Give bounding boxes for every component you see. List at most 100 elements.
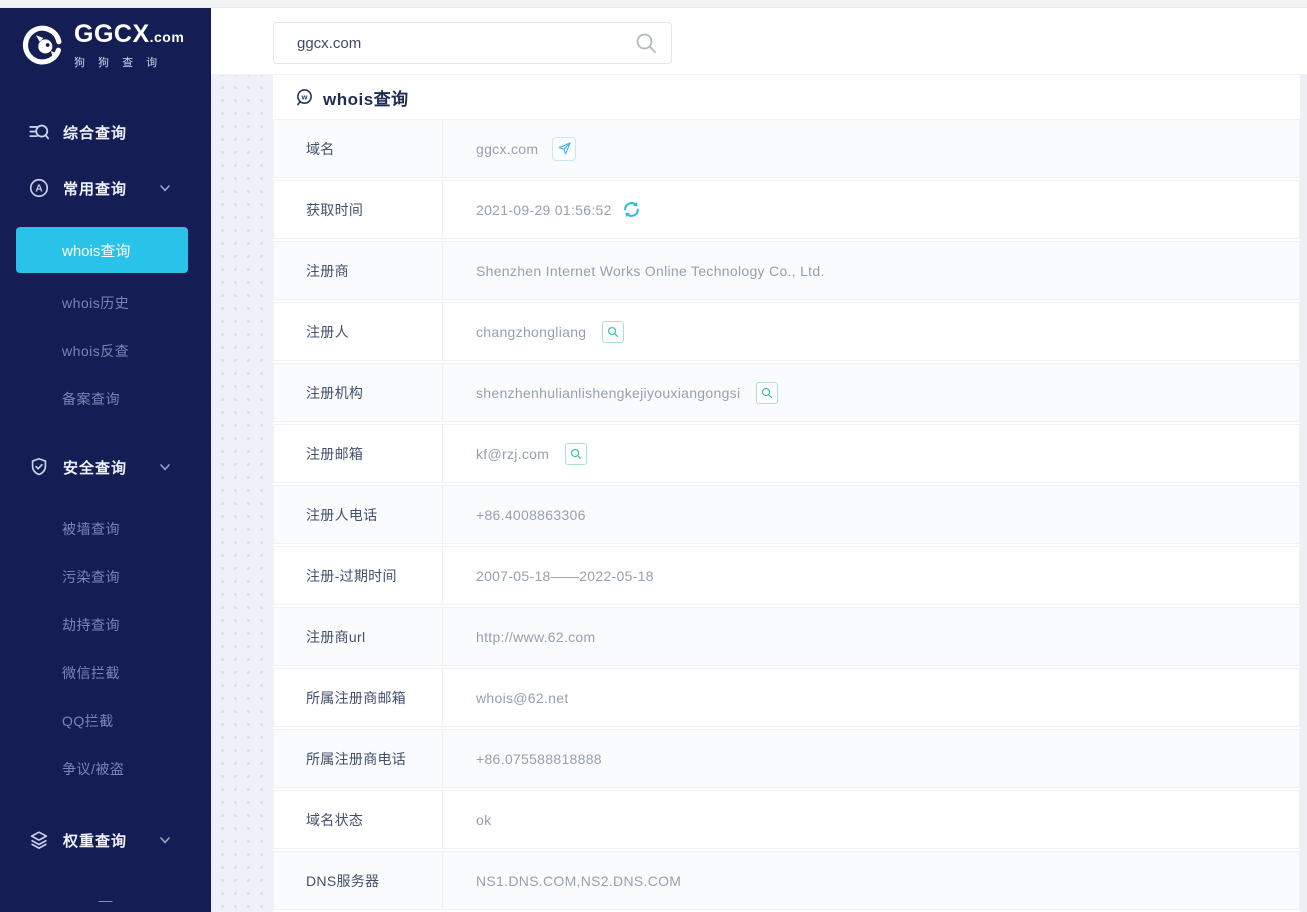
row-label: 注册商url <box>274 608 443 665</box>
circle-a-icon: A <box>28 177 50 199</box>
row-label: DNS服务器 <box>274 852 443 909</box>
sidebar-item-blocked-query[interactable]: 被墙查询 <box>0 505 211 553</box>
row-value: shenzhenhulianlishengkejiyouxiangongsi <box>476 384 741 401</box>
sidebar-group-label: 权重查询 <box>63 832 128 850</box>
sidebar-item-wechat-block[interactable]: 微信拦截 <box>0 649 211 697</box>
logo-text: GGCX.com 狗 狗 查 询 <box>74 21 184 70</box>
row-label: 注册机构 <box>274 364 443 421</box>
row-label: 注册-过期时间 <box>274 547 443 604</box>
sidebar-item-label: whois反查 <box>62 343 130 359</box>
header-band <box>211 8 1307 75</box>
whois-result-card: w whois查询 域名 ggcx.com 获取时间 2021-09-29 01… <box>273 75 1300 912</box>
table-row: 注册人 changzhongliang <box>273 302 1300 361</box>
sidebar-item-label: whois历史 <box>62 295 130 311</box>
brand-name: GGCX <box>74 20 150 48</box>
row-value: +86.075588818888 <box>476 750 602 767</box>
row-value: kf@rzj.com <box>476 445 550 462</box>
sidebar-item-label: 备案查询 <box>62 391 120 407</box>
sidebar-group-security-query[interactable]: 安全查询 <box>0 439 211 495</box>
row-value: 2007-05-18——2022-05-18 <box>476 567 654 584</box>
sidebar-item-whois-history[interactable]: whois历史 <box>0 279 211 327</box>
row-value: +86.4008863306 <box>476 506 586 523</box>
app-root: GGCX.com 狗 狗 查 询 综合查询 A 常用查询 whois查询 who… <box>0 0 1307 912</box>
svg-text:w: w <box>301 92 308 101</box>
row-value: whois@62.net <box>476 689 569 706</box>
page-title: whois查询 <box>323 89 409 109</box>
search-lookup-icon[interactable] <box>565 442 588 465</box>
sidebar-item-label: 争议/被盗 <box>62 761 125 777</box>
search-input[interactable] <box>274 33 634 53</box>
sidebar-item-label: 劫持查询 <box>62 617 120 633</box>
row-value: changzhongliang <box>476 323 587 340</box>
chevron-down-icon <box>157 180 173 196</box>
row-value: 2021-09-29 01:56:52 <box>476 201 612 218</box>
table-row: 域名状态 ok <box>273 790 1300 849</box>
table-row: 域名 ggcx.com <box>273 119 1300 178</box>
table-row: 所属注册商电话 +86.075588818888 <box>273 729 1300 788</box>
table-row: 注册商url http://www.62.com <box>273 607 1300 666</box>
brand-suffix: .com <box>149 29 185 45</box>
sidebar-item-comprehensive-query[interactable]: 综合查询 <box>0 104 211 160</box>
sidebar-item-dispute-stolen[interactable]: 争议/被盗 <box>0 745 211 793</box>
row-label: 注册人电话 <box>274 486 443 543</box>
sidebar-item-whois-reverse[interactable]: whois反查 <box>0 327 211 375</box>
sidebar-item-label: whois查询 <box>62 242 131 260</box>
sidebar-nav: 综合查询 A 常用查询 whois查询 whois历史 whois反查 备案查询… <box>0 104 211 908</box>
sidebar-item-label: 污染查询 <box>62 569 120 585</box>
sidebar-item-whois-query[interactable]: whois查询 <box>16 227 188 273</box>
whois-table: 域名 ggcx.com 获取时间 2021-09-29 01:56:52 注册商… <box>273 119 1300 910</box>
sidebar-item-icp-record[interactable]: 备案查询 <box>0 375 211 423</box>
logo[interactable]: GGCX.com 狗 狗 查 询 <box>0 8 211 70</box>
row-label: 域名 <box>274 120 443 177</box>
row-label: 域名状态 <box>274 791 443 848</box>
search-box <box>273 22 672 64</box>
row-label: 获取时间 <box>274 181 443 238</box>
search-list-icon <box>28 121 50 143</box>
row-value: Shenzhen Internet Works Online Technolog… <box>476 262 825 279</box>
table-row: 所属注册商邮箱 whois@62.net <box>273 668 1300 727</box>
sidebar-item-qq-block[interactable]: QQ拦截 <box>0 697 211 745</box>
dotted-gutter <box>211 75 273 912</box>
dog-logo-icon <box>20 23 65 68</box>
search-icon[interactable] <box>634 31 658 55</box>
sidebar-item-label: QQ拦截 <box>62 713 114 729</box>
row-label: 所属注册商电话 <box>274 730 443 787</box>
sidebar-item-label: 被墙查询 <box>62 521 120 537</box>
brand-subtitle: 狗 狗 查 询 <box>74 57 163 69</box>
row-label: 所属注册商邮箱 <box>274 669 443 726</box>
row-value: ggcx.com <box>476 140 539 157</box>
table-row: DNS服务器 NS1.DNS.COM,NS2.DNS.COM <box>273 851 1300 910</box>
sidebar-group-weight-query[interactable]: 权重查询 <box>0 812 211 868</box>
chevron-down-icon <box>157 832 173 848</box>
search-lookup-icon[interactable] <box>756 381 779 404</box>
whois-magnifier-icon: w <box>295 88 314 107</box>
row-label: 注册人 <box>274 303 443 360</box>
sidebar-group-label: 安全查询 <box>63 459 128 477</box>
table-row: 注册人电话 +86.4008863306 <box>273 485 1300 544</box>
layers-icon <box>28 829 50 851</box>
sidebar-item-hijack-query[interactable]: 劫持查询 <box>0 601 211 649</box>
search-lookup-icon[interactable] <box>602 320 625 343</box>
sidebar-group-label: 常用查询 <box>63 180 128 198</box>
chevron-down-icon <box>157 459 173 475</box>
table-row: 注册-过期时间 2007-05-18——2022-05-18 <box>273 546 1300 605</box>
sidebar-group-common-query[interactable]: A 常用查询 <box>0 160 211 216</box>
sidebar-item-pollution-query[interactable]: 污染查询 <box>0 553 211 601</box>
sidebar-footer-dash: — <box>98 892 113 908</box>
refresh-icon[interactable] <box>622 200 641 219</box>
row-label: 注册邮箱 <box>274 425 443 482</box>
row-value: ok <box>476 811 492 828</box>
table-row: 注册邮箱 kf@rzj.com <box>273 424 1300 483</box>
sidebar-item-label: 综合查询 <box>63 124 128 142</box>
table-row: 获取时间 2021-09-29 01:56:52 <box>273 180 1300 239</box>
row-value: NS1.DNS.COM,NS2.DNS.COM <box>476 872 682 889</box>
shield-check-icon <box>28 456 50 478</box>
sidebar: GGCX.com 狗 狗 查 询 综合查询 A 常用查询 whois查询 who… <box>0 8 211 912</box>
table-row: 注册机构 shenzhenhulianlishengkejiyouxiangon… <box>273 363 1300 422</box>
top-edge-strip <box>0 0 1307 8</box>
row-value: http://www.62.com <box>476 628 596 645</box>
row-label: 注册商 <box>274 242 443 299</box>
send-icon[interactable] <box>552 136 577 161</box>
table-row: 注册商 Shenzhen Internet Works Online Techn… <box>273 241 1300 300</box>
sidebar-item-label: 微信拦截 <box>62 665 120 681</box>
